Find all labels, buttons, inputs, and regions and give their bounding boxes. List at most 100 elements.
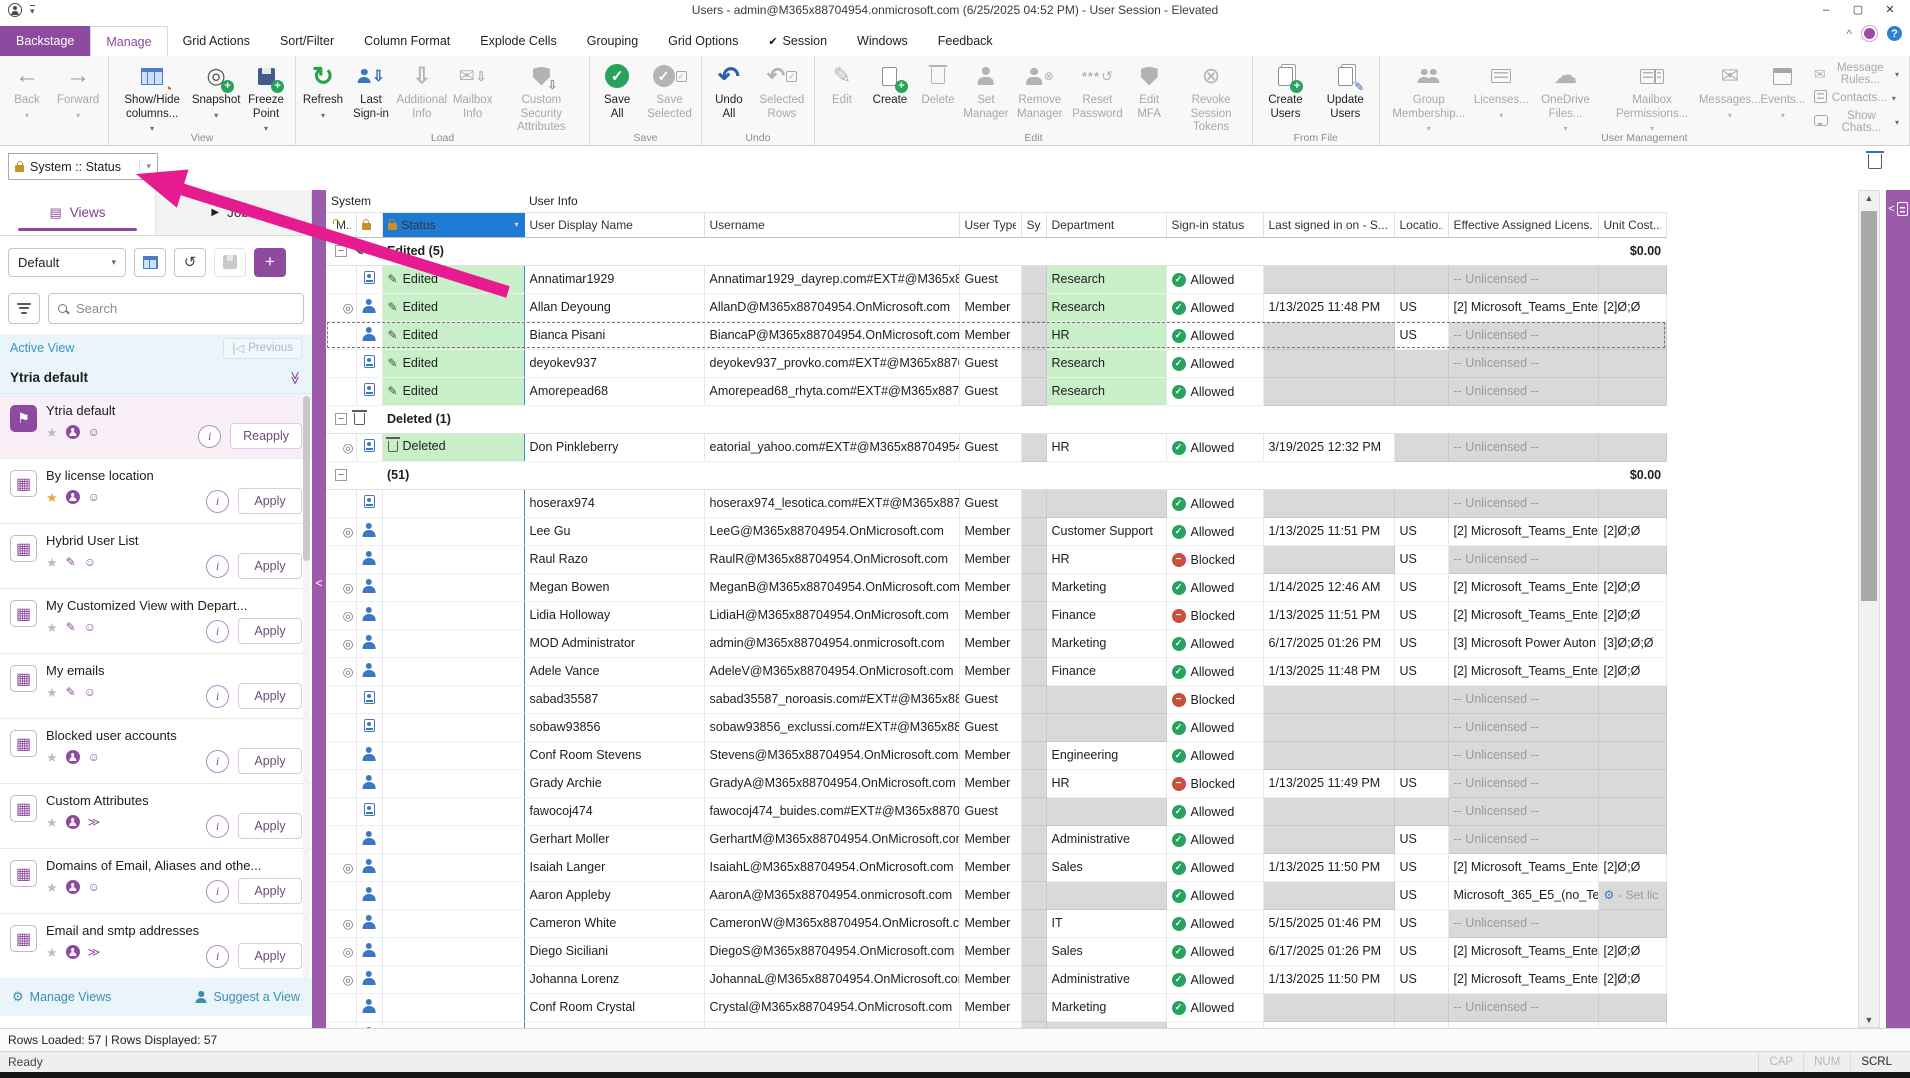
ribbon-button-messages[interactable]: ✉Messages...▾ (1702, 58, 1758, 123)
user-row-mod-administrator[interactable]: ◎MOD Administratoradmin@M365x88704954.on… (326, 629, 1666, 657)
expand-right-panel-handle[interactable]: < (1886, 202, 1910, 216)
ribbon-button-mailbox-permissions[interactable]: Mailbox Permissions...▾ (1604, 58, 1699, 136)
column-header-status[interactable]: Status▾ (382, 212, 524, 237)
user-row-patti-fernandez[interactable]: ◎Patti FernandezPattiF@M365x88704954.OnM… (326, 1021, 1666, 1028)
user-row-isaiah-langer[interactable]: ◎Isaiah LangerIsaiahL@M365x88704954.OnMi… (326, 853, 1666, 881)
apply-button[interactable]: Apply (238, 553, 302, 579)
ribbon-button-reset-password[interactable]: ***↺Reset Password (1071, 58, 1125, 124)
view-info-button[interactable]: i (206, 880, 229, 903)
ribbon-button-show-chats[interactable]: Show Chats...▾ (1814, 110, 1899, 134)
favorite-star-icon[interactable]: ★ (46, 556, 58, 569)
column-header-displayname[interactable]: User Display Name (524, 212, 704, 237)
apply-button[interactable]: Apply (238, 488, 302, 514)
view-item-custom-attributes[interactable]: ▦Custom Attributes★≫iApply (0, 784, 312, 849)
view-item-ytria-default[interactable]: ⚑Ytria default★☺iReapply (0, 394, 312, 459)
ribbon-button-edit-mfa[interactable]: Edit MFA (1126, 58, 1172, 124)
scroll-up-icon[interactable]: ▲ (1859, 193, 1879, 203)
favorite-star-icon[interactable]: ★ (46, 816, 58, 829)
group-row[interactable]: −Deleted (1) (326, 405, 1666, 433)
view-item-email-and-smtp-addresses[interactable]: ▦Email and smtp addresses★≫iApply (0, 914, 312, 978)
view-item-my-emails[interactable]: ▦My emails★✎☺iApply (0, 654, 312, 719)
filter-button[interactable] (8, 293, 40, 324)
tab-session[interactable]: ✔Session (753, 26, 842, 56)
user-row-megan-bowen[interactable]: ◎Megan BowenMeganB@M365x88704954.OnMicro… (326, 573, 1666, 601)
user-row-annatimar1929[interactable]: ✎EditedAnnatimar1929Annatimar1929_dayrep… (326, 265, 1666, 293)
user-row-grady-archie[interactable]: Grady ArchieGradyA@M365x88704954.OnMicro… (326, 769, 1666, 797)
tab-explode-cells[interactable]: Explode Cells (465, 26, 571, 56)
ribbon-button-update-users[interactable]: ✎Update Users (1316, 58, 1375, 124)
collapse-section-icon[interactable]: ≫ (287, 371, 303, 385)
user-row-johanna-lorenz[interactable]: ◎Johanna LorenzJohannaL@M365x88704954.On… (326, 965, 1666, 993)
user-row-deyokev937[interactable]: ✎Editeddeyokev937deyokev937_provko.com#E… (326, 349, 1666, 377)
favorite-star-icon[interactable]: ★ (46, 881, 58, 894)
user-row-allan-deyoung[interactable]: ◎✎EditedAllan DeyoungAllanD@M365x8870495… (326, 293, 1666, 321)
column-selector-dropdown[interactable]: System :: Status ▾ (8, 153, 158, 180)
suggest-view-link[interactable]: Suggest a View (195, 990, 300, 1004)
ribbon-button-delete[interactable]: Delete (915, 58, 961, 111)
scrollbar-thumb[interactable] (1861, 211, 1877, 601)
favorite-star-icon[interactable]: ★ (46, 491, 58, 504)
ribbon-button-show-hide-columns[interactable]: ◔Show/Hide columns...▾ (113, 58, 191, 136)
quick-access-caret-icon[interactable]: ▾ (30, 5, 35, 16)
help-icon[interactable]: ? (1887, 26, 1902, 41)
ribbon-button-message-rules[interactable]: ✉Message Rules...▾ (1814, 62, 1899, 86)
tab-backstage[interactable]: Backstage (0, 26, 90, 56)
favorite-star-icon[interactable]: ★ (46, 946, 58, 959)
view-item-hybrid-user-list[interactable]: ▦Hybrid User List★✎☺iApply (0, 524, 312, 589)
user-row-bianca-pisani[interactable]: ✎EditedBianca PisaniBiancaP@M365x8870495… (326, 321, 1666, 349)
user-row-aaron-appleby[interactable]: Aaron ApplebyAaronA@M365x88704954.onmicr… (326, 881, 1666, 909)
column-header-username[interactable]: Username (704, 212, 959, 237)
favorite-star-icon[interactable]: ★ (46, 751, 58, 764)
ribbon-button-selected-rows[interactable]: ↶✓Selected Rows (754, 58, 810, 124)
apply-button[interactable]: Apply (238, 878, 302, 904)
column-header-department[interactable]: Department (1046, 212, 1166, 237)
column-header-p[interactable] (356, 212, 382, 237)
ribbon-button-undo-all[interactable]: ↶Undo All (706, 58, 752, 124)
column-header-usertype[interactable]: User Type (959, 212, 1021, 237)
view-list-scrollbar[interactable] (303, 394, 310, 978)
column-header-m[interactable]: M... (326, 212, 356, 237)
ribbon-button-create[interactable]: +Create (867, 58, 913, 111)
user-row-gerhart-moller[interactable]: Gerhart MollerGerhartM@M365x88704954.OnM… (326, 825, 1666, 853)
maximize-button[interactable]: ▢ (1842, 0, 1874, 19)
favorite-star-icon[interactable]: ★ (46, 686, 58, 699)
ribbon-button-mailbox-info[interactable]: ✉⇩Mailbox Info (450, 58, 496, 124)
tab-grid-actions[interactable]: Grid Actions (168, 26, 265, 56)
apply-button[interactable]: Apply (238, 618, 302, 644)
apply-button[interactable]: Apply (238, 813, 302, 839)
add-view-button[interactable]: + (254, 248, 286, 277)
ribbon-button-snapshot[interactable]: ◎+Snapshot▾ (193, 58, 239, 123)
view-info-button[interactable]: i (198, 425, 221, 448)
user-row-lee-gu[interactable]: ◎Lee GuLeeG@M365x88704954.OnMicrosoft.co… (326, 517, 1666, 545)
grid-vertical-scrollbar[interactable]: ▲ ▼ (1858, 190, 1880, 1028)
tab-column-format[interactable]: Column Format (349, 26, 465, 56)
collapse-group-icon[interactable]: − (335, 469, 347, 481)
ribbon-button-remove-manager[interactable]: ⊗Remove Manager (1011, 58, 1069, 124)
favorite-star-icon[interactable]: ★ (46, 426, 58, 439)
column-header-unitcost[interactable]: Unit Cost... (1598, 212, 1666, 237)
user-row-amorepead68[interactable]: ✎EditedAmorepead68Amorepead68_rhyta.com#… (326, 377, 1666, 405)
ribbon-button-back[interactable]: ←Back▾ (4, 58, 50, 123)
column-header-lastsignedin[interactable]: Last signed in on - S... (1263, 212, 1394, 237)
group-row[interactable]: −✎Edited (5)$0.00 (326, 237, 1666, 265)
collapse-group-icon[interactable]: − (335, 245, 347, 257)
tab-views[interactable]: ▤ Views (0, 190, 156, 235)
ribbon-button-onedrive-files[interactable]: ☁OneDrive Files...▾ (1529, 58, 1603, 136)
tab-grid-options[interactable]: Grid Options (653, 26, 753, 56)
edit-columns-button[interactable] (134, 248, 166, 277)
user-row-conf-room-crystal[interactable]: Conf Room CrystalCrystal@M365x88704954.O… (326, 993, 1666, 1021)
view-info-button[interactable]: i (206, 555, 229, 578)
view-item-blocked-user-accounts[interactable]: ▦Blocked user accounts★☺iApply (0, 719, 312, 784)
view-info-button[interactable]: i (206, 815, 229, 838)
user-row-diego-siciliani[interactable]: ◎Diego SicilianiDiegoS@M365x88704954.OnM… (326, 937, 1666, 965)
column-header-sync[interactable]: Sy... (1021, 212, 1046, 237)
view-info-button[interactable]: i (206, 945, 229, 968)
user-row-hoserax974[interactable]: hoserax974hoserax974_lesotica.com#EXT#@M… (326, 489, 1666, 517)
view-item-domains-of-email-aliases-and-othe[interactable]: ▦Domains of Email, Aliases and othe...★☺… (0, 849, 312, 914)
collapse-ribbon-icon[interactable]: ^ (1846, 27, 1852, 41)
user-row-adele-vance[interactable]: ◎Adele VanceAdeleV@M365x88704954.OnMicro… (326, 657, 1666, 685)
brand-dot-icon[interactable] (1864, 28, 1875, 39)
apply-button[interactable]: Apply (238, 683, 302, 709)
ribbon-button-group-membership[interactable]: Group Membership...▾ (1384, 58, 1474, 136)
view-info-button[interactable]: i (206, 750, 229, 773)
